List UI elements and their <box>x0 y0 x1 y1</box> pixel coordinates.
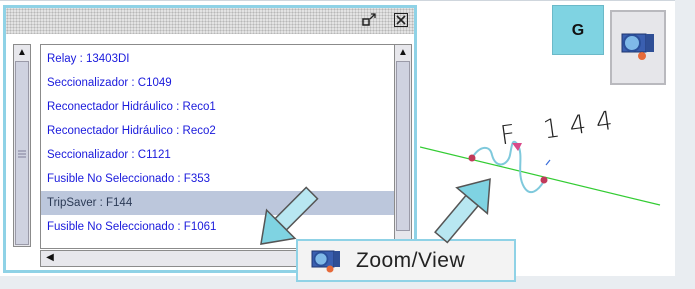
right-scrollbar[interactable]: ▲ <box>394 44 412 247</box>
list-item-selected[interactable]: TripSaver : F144 <box>41 191 395 215</box>
right-border <box>675 0 695 289</box>
scrollbar-thumb[interactable] <box>15 61 29 245</box>
list-item[interactable]: Seccionalizador : C1049 <box>41 71 395 95</box>
grip-icon <box>18 150 26 158</box>
zoom-view-button[interactable] <box>610 10 666 85</box>
close-icon[interactable] <box>394 13 408 27</box>
label-tick <box>545 159 551 166</box>
node-marker[interactable] <box>468 154 476 162</box>
scroll-up-icon[interactable]: ▲ <box>16 47 28 59</box>
element-list-panel: ▲ Relay : 13403DI Seccionalizador : C104… <box>3 5 417 273</box>
scrollbar-thumb[interactable] <box>396 61 410 231</box>
callout-arrow-left <box>260 186 319 245</box>
callout-arrow-right <box>434 178 491 244</box>
list-item[interactable]: Reconectador Hidráulico : Reco2 <box>41 119 395 143</box>
g-button[interactable]: G <box>552 5 604 55</box>
list-item[interactable]: Reconectador Hidráulico : Reco1 <box>41 95 395 119</box>
scroll-up-icon[interactable]: ▲ <box>397 47 409 59</box>
list-item[interactable]: Seccionalizador : C1121 <box>41 143 395 167</box>
restore-icon[interactable] <box>362 13 376 27</box>
panel-titlebar[interactable] <box>6 8 414 34</box>
element-list[interactable]: Relay : 13403DI Seccionalizador : C1049 … <box>40 44 396 249</box>
list-item[interactable]: Relay : 13403DI <box>41 47 395 71</box>
magnifier-icon <box>621 33 654 60</box>
left-scrollbar[interactable]: ▲ <box>13 44 31 247</box>
scroll-left-icon[interactable]: ◀ <box>44 252 56 264</box>
list-item[interactable]: Fusible No Seleccionado : F1061 <box>41 215 395 239</box>
list-item[interactable]: Fusible No Seleccionado : F353 <box>41 167 395 191</box>
node-marker[interactable] <box>540 176 548 184</box>
